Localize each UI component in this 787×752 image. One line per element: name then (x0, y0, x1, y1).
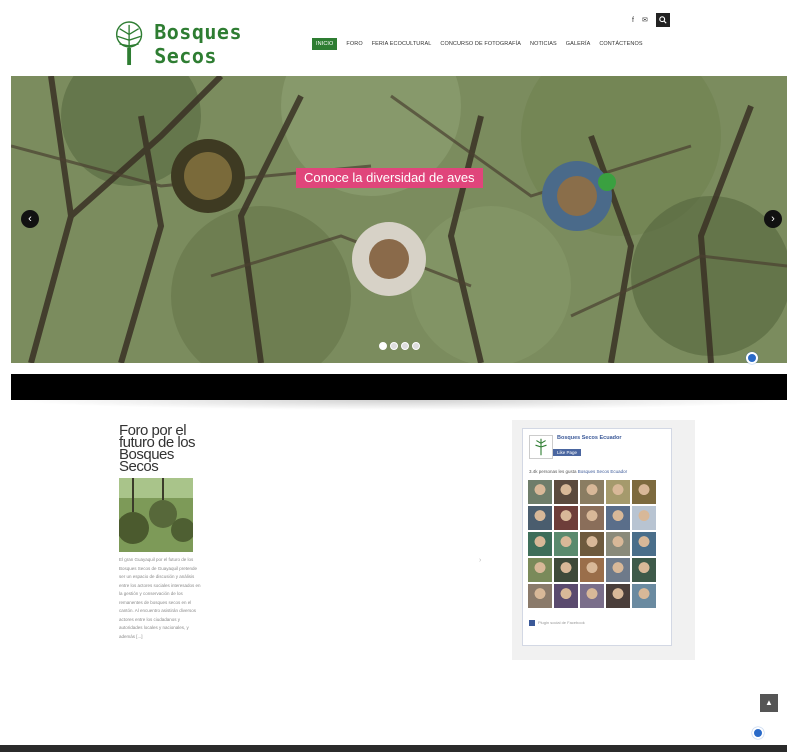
slider-caption[interactable]: Conoce la diversidad de aves (296, 168, 483, 188)
fb-widget-footer: Plugin social de Facebook (529, 620, 585, 626)
black-divider-band (11, 374, 787, 400)
accessibility-badge-icon[interactable] (752, 727, 764, 739)
nav-item-contactenos[interactable]: CONTÁCTENOS (599, 41, 642, 47)
fb-fan-avatar[interactable] (554, 480, 578, 504)
fb-fan-avatar[interactable] (632, 506, 656, 530)
slider-pagination (379, 342, 420, 350)
fb-fan-avatar[interactable] (528, 506, 552, 530)
slider-dot[interactable] (379, 342, 387, 350)
slider-next-button[interactable]: › (764, 210, 782, 228)
fb-likes-text: 3.4k personas les gusta (529, 469, 577, 474)
fb-fan-avatar[interactable] (632, 558, 656, 582)
fb-widget-header: Bosques Secos Ecuador Like Page (529, 435, 622, 459)
fb-fan-avatar[interactable] (580, 558, 604, 582)
section-shadow (11, 400, 787, 410)
page-avatar[interactable] (529, 435, 553, 459)
fb-likes-count: 3.4k personas les gusta Bosques Secos Ec… (529, 469, 627, 474)
footer-bar (0, 745, 787, 752)
fb-fan-avatar[interactable] (580, 584, 604, 608)
fb-fan-avatar[interactable] (528, 558, 552, 582)
fb-fan-avatar[interactable] (580, 532, 604, 556)
fb-fan-avatar[interactable] (632, 532, 656, 556)
fb-fan-avatar[interactable] (606, 584, 630, 608)
facebook-page-widget: Bosques Secos Ecuador Like Page 3.4k per… (522, 428, 672, 646)
fb-footer-text[interactable]: Plugin social de Facebook (538, 620, 585, 625)
nav-item-feria-ecocultural[interactable]: FERIA ECOCULTURAL (372, 41, 432, 47)
nav-item-inicio[interactable]: INICIO (312, 38, 338, 50)
post-title[interactable]: Foro por el futuro de los Bosques Secos (119, 423, 209, 474)
fb-fan-avatar[interactable] (554, 532, 578, 556)
fb-fan-avatar[interactable] (606, 506, 630, 530)
search-button[interactable] (655, 13, 670, 27)
slider-dot[interactable] (390, 342, 398, 350)
facebook-icon[interactable]: f (632, 17, 634, 24)
post-excerpt: El gran Guayaquil por el futuro de los B… (119, 557, 201, 639)
social-links: f ✉ (632, 13, 670, 27)
nav-item-galeria[interactable]: GALERÍA (566, 41, 591, 47)
fb-fan-avatar[interactable] (632, 584, 656, 608)
fb-fan-avatar[interactable] (554, 584, 578, 608)
hero-slider: Conoce la diversidad de aves ‹ › (11, 76, 787, 363)
nav-item-concurso-fotografia[interactable]: CONCURSO DE FOTOGRAFÍA (440, 41, 521, 47)
page: Bosques Secos INICIO FORO FERIA ECOCULTU… (0, 0, 787, 752)
post-thumbnail[interactable] (119, 478, 193, 552)
main-nav: INICIO FORO FERIA ECOCULTURAL CONCURSO D… (312, 38, 643, 50)
fb-fan-avatar[interactable] (580, 506, 604, 530)
search-icon (659, 16, 667, 24)
moss-balls-image (119, 478, 193, 552)
fb-likes-link[interactable]: Bosques Secos Ecuador (578, 469, 627, 474)
fb-fan-avatar[interactable] (554, 506, 578, 530)
brand-name: Bosques Secos (154, 20, 243, 68)
slider-prev-button[interactable]: ‹ (21, 210, 39, 228)
fb-like-button[interactable]: Like Page (553, 449, 582, 456)
slider-dot[interactable] (401, 342, 409, 350)
fb-fan-avatar[interactable] (554, 558, 578, 582)
fb-fan-avatar[interactable] (580, 480, 604, 504)
slider-dot[interactable] (412, 342, 420, 350)
accessibility-badge-icon[interactable] (746, 352, 758, 364)
tree-logo-icon (115, 21, 143, 66)
back-to-top-button[interactable]: ▲ (760, 694, 778, 712)
fb-page-name[interactable]: Bosques Secos Ecuador (557, 435, 622, 441)
fb-fan-avatar[interactable] (632, 480, 656, 504)
fb-fan-avatar[interactable] (606, 480, 630, 504)
facebook-icon (529, 620, 535, 626)
fb-faces-grid (528, 480, 656, 608)
nav-item-foro[interactable]: FORO (346, 41, 362, 47)
nav-item-noticias[interactable]: NOTICIAS (530, 41, 557, 47)
fb-fan-avatar[interactable] (606, 558, 630, 582)
site-logo[interactable]: Bosques Secos (110, 20, 310, 68)
fb-fan-avatar[interactable] (606, 532, 630, 556)
fb-fan-avatar[interactable] (528, 532, 552, 556)
email-icon[interactable]: ✉ (642, 16, 648, 24)
fb-fan-avatar[interactable] (528, 584, 552, 608)
chevron-right-icon[interactable]: › (479, 557, 481, 564)
forest-background-image (11, 76, 787, 363)
fb-fan-avatar[interactable] (528, 480, 552, 504)
